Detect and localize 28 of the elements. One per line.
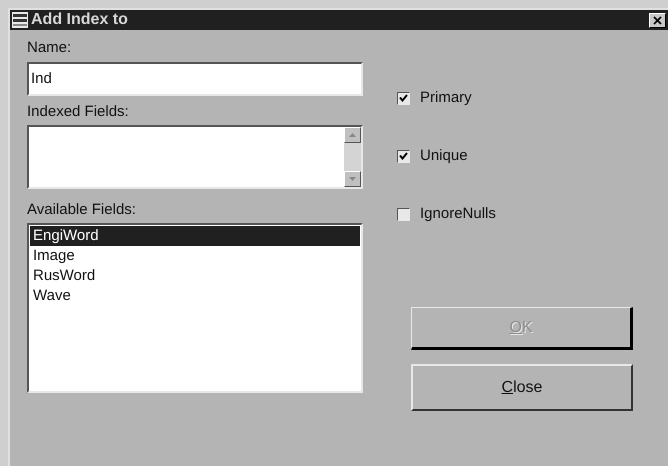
checkbox-label: Primary: [420, 89, 472, 107]
checkmark-icon: [399, 94, 408, 102]
close-icon: [653, 16, 662, 24]
app-icon: [12, 12, 28, 28]
name-label: Name:: [27, 39, 72, 57]
checkmark-icon: [399, 152, 408, 160]
checkbox[interactable]: [397, 150, 410, 162]
list-item[interactable]: EngiWord: [30, 226, 360, 246]
list-item[interactable]: Image: [30, 246, 360, 266]
checkbox[interactable]: [397, 208, 410, 220]
list-item[interactable]: RusWord: [30, 266, 360, 286]
scroll-down-button[interactable]: [344, 171, 361, 187]
available-fields-list[interactable]: EngiWord Image RusWord Wave: [27, 223, 363, 393]
up-arrow-icon: [349, 133, 356, 137]
checkbox-label: Unique: [420, 147, 468, 165]
available-fields-label: Available Fields:: [27, 201, 137, 219]
down-arrow-icon: [349, 177, 356, 181]
window-title: Add Index to: [31, 12, 128, 28]
checkbox-label: IgnoreNulls: [420, 205, 496, 223]
checkbox[interactable]: [397, 92, 410, 104]
indexed-fields-label: Indexed Fields:: [27, 103, 130, 121]
scrollbar[interactable]: [344, 127, 361, 187]
indexed-fields-list[interactable]: [27, 125, 363, 189]
scroll-up-button[interactable]: [344, 127, 361, 143]
close-dialog-button[interactable]: Close: [411, 364, 633, 411]
list-item[interactable]: Wave: [30, 286, 360, 306]
close-button[interactable]: [649, 12, 666, 28]
name-input[interactable]: Ind: [27, 62, 363, 96]
